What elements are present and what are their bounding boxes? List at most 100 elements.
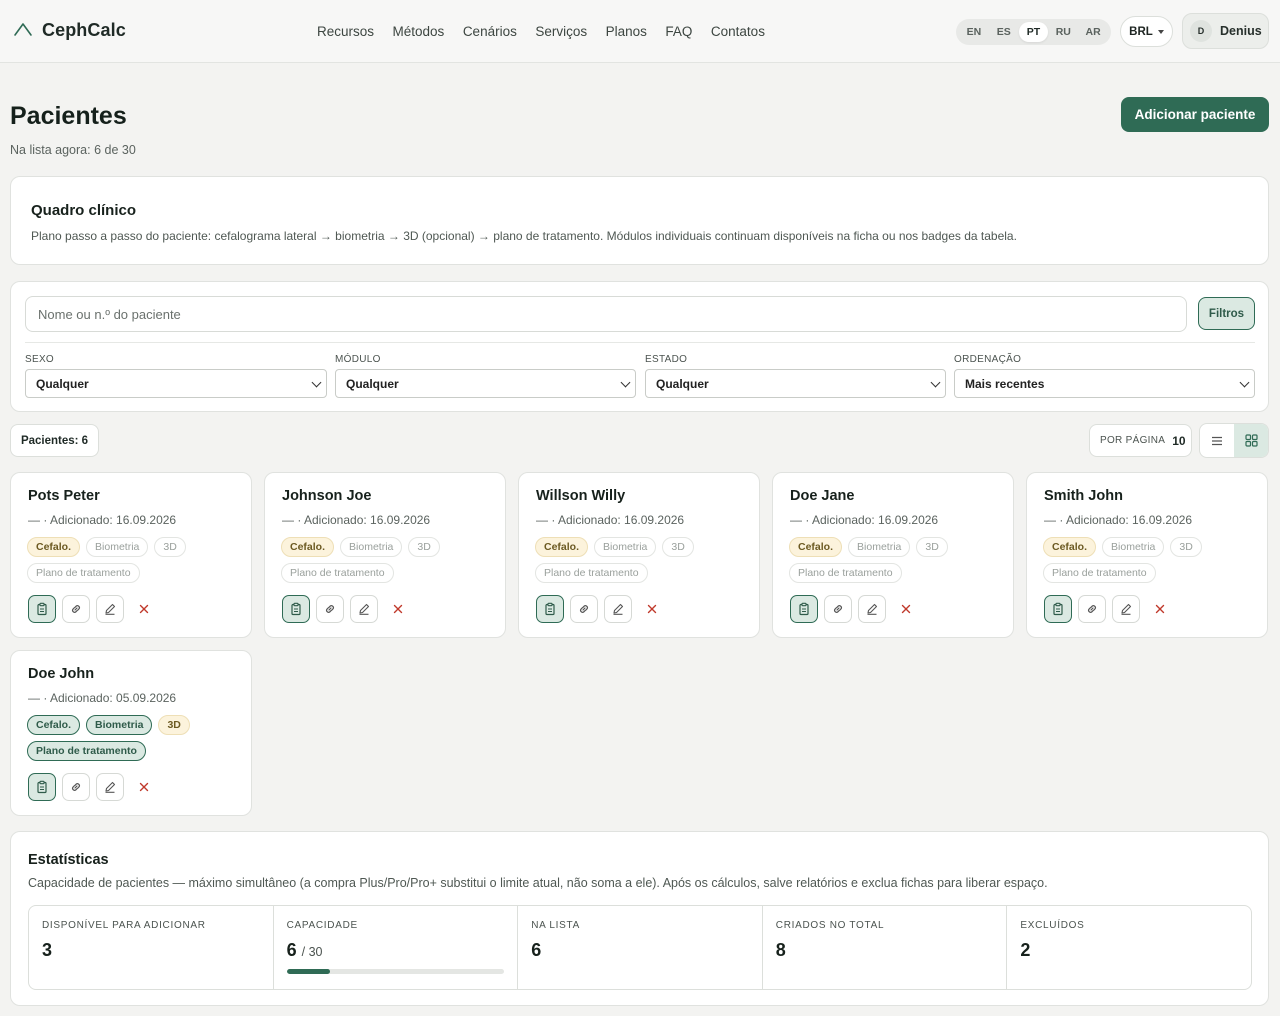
nav-link-metodos[interactable]: Métodos xyxy=(393,24,445,39)
module-badge[interactable]: Plano de tratamento xyxy=(535,563,648,583)
pencil-icon xyxy=(1119,602,1133,616)
user-menu[interactable]: D Denius xyxy=(1182,13,1269,49)
module-badge[interactable]: 3D xyxy=(1170,537,1202,557)
patient-card[interactable]: Willson Willy — · Adicionado: 16.09.2026 C… xyxy=(518,472,760,638)
open-record-button[interactable] xyxy=(1044,595,1072,623)
edit-button[interactable] xyxy=(96,773,124,801)
module-badge[interactable]: 3D xyxy=(916,537,948,557)
stat-available: DISPONÍVEL PARA ADICIONAR 3 xyxy=(29,906,274,989)
open-record-button[interactable] xyxy=(28,773,56,801)
module-badge[interactable]: Plano de tratamento xyxy=(27,563,140,583)
pencil-icon xyxy=(103,780,117,794)
module-badge[interactable]: Cefalo. xyxy=(789,537,843,557)
module-badge[interactable]: Cefalo. xyxy=(535,537,589,557)
grid-view-button[interactable] xyxy=(1234,424,1268,457)
module-badge[interactable]: 3D xyxy=(662,537,694,557)
edit-button[interactable] xyxy=(604,595,632,623)
nav-link-contatos[interactable]: Contatos xyxy=(711,24,765,39)
module-badge[interactable]: Biometria xyxy=(848,537,911,557)
lang-pt[interactable]: PT xyxy=(1018,22,1049,42)
copy-link-button[interactable] xyxy=(824,595,852,623)
delete-button[interactable] xyxy=(384,595,412,623)
patient-name[interactable]: Johnson Joe xyxy=(282,488,371,504)
link-icon xyxy=(69,602,83,616)
patient-card[interactable]: Smith John — · Adicionado: 16.09.2026 Cefa… xyxy=(1026,472,1268,638)
patient-card[interactable]: Doe John — · Adicionado: 05.09.2026 Cefalo… xyxy=(10,650,252,816)
open-record-button[interactable] xyxy=(28,595,56,623)
open-record-button[interactable] xyxy=(282,595,310,623)
lang-en[interactable]: EN xyxy=(959,22,989,42)
add-patient-button[interactable]: Adicionar paciente xyxy=(1121,97,1269,132)
chevron-down-icon xyxy=(311,377,322,388)
patient-card[interactable]: Doe Jane — · Adicionado: 16.09.2026 Cefalo… xyxy=(772,472,1014,638)
patient-actions xyxy=(1044,595,1174,623)
list-view-button[interactable] xyxy=(1200,424,1234,457)
module-badge[interactable]: 3D xyxy=(408,537,440,557)
nav-link-cenarios[interactable]: Cenários xyxy=(463,24,517,39)
delete-button[interactable] xyxy=(892,595,920,623)
module-badge[interactable]: Biometria xyxy=(594,537,657,557)
delete-button[interactable] xyxy=(638,595,666,623)
module-badge[interactable]: Cefalo. xyxy=(281,537,335,557)
module-select-value: Qualquer xyxy=(346,376,399,391)
search-input[interactable]: Nome ou n.º do paciente xyxy=(25,296,1187,332)
currency-select[interactable]: BRL xyxy=(1120,16,1173,47)
nav-link-recursos[interactable]: Recursos xyxy=(317,24,374,39)
copy-link-button[interactable] xyxy=(316,595,344,623)
filters-button[interactable]: Filtros xyxy=(1198,297,1255,330)
link-icon xyxy=(69,780,83,794)
module-badge[interactable]: Plano de tratamento xyxy=(281,563,394,583)
order-select[interactable]: Mais recentes xyxy=(954,369,1255,398)
nav-link-servicos[interactable]: Serviços xyxy=(535,24,587,39)
module-badge[interactable]: Plano de tratamento xyxy=(27,741,146,761)
delete-button[interactable] xyxy=(130,595,158,623)
module-badge[interactable]: Plano de tratamento xyxy=(789,563,902,583)
lang-ar[interactable]: AR xyxy=(1078,22,1108,42)
open-record-button[interactable] xyxy=(536,595,564,623)
open-record-button[interactable] xyxy=(790,595,818,623)
edit-button[interactable] xyxy=(858,595,886,623)
module-select[interactable]: Qualquer xyxy=(335,369,636,398)
module-badge[interactable]: Biometria xyxy=(86,537,149,557)
patient-card[interactable]: Johnson Joe — · Adicionado: 16.09.2026 Cef… xyxy=(264,472,506,638)
clipboard-icon xyxy=(35,602,49,616)
nav-link-planos[interactable]: Planos xyxy=(606,24,647,39)
per-page-select[interactable]: POR PÁGINA 10 xyxy=(1089,424,1192,457)
module-badge[interactable]: Cefalo. xyxy=(1043,537,1097,557)
state-select[interactable]: Qualquer xyxy=(645,369,946,398)
logo[interactable]: CephCalc xyxy=(12,18,126,42)
module-badge[interactable]: 3D xyxy=(158,715,190,735)
edit-button[interactable] xyxy=(1112,595,1140,623)
close-icon xyxy=(393,604,403,614)
module-badge[interactable]: 3D xyxy=(154,537,186,557)
lang-es[interactable]: ES xyxy=(989,22,1019,42)
module-badge[interactable]: Biometria xyxy=(1102,537,1165,557)
delete-button[interactable] xyxy=(130,773,158,801)
patient-name[interactable]: Willson Willy xyxy=(536,488,625,504)
nav-link-faq[interactable]: FAQ xyxy=(665,24,692,39)
module-badge[interactable]: Cefalo. xyxy=(27,715,81,735)
patient-name[interactable]: Doe John xyxy=(28,666,94,682)
currency-value: BRL xyxy=(1129,25,1153,38)
patient-name[interactable]: Pots Peter xyxy=(28,488,100,504)
module-badges: Cefalo. Biometria 3D Plano de tratamento xyxy=(1043,537,1263,583)
lang-ru[interactable]: RU xyxy=(1048,22,1078,42)
patient-name[interactable]: Smith John xyxy=(1044,488,1123,504)
module-badge[interactable]: Biometria xyxy=(86,715,153,735)
copy-link-button[interactable] xyxy=(62,595,90,623)
copy-link-button[interactable] xyxy=(1078,595,1106,623)
patient-name[interactable]: Doe Jane xyxy=(790,488,854,504)
module-badge[interactable]: Plano de tratamento xyxy=(1043,563,1156,583)
patient-actions xyxy=(790,595,920,623)
module-badge[interactable]: Biometria xyxy=(340,537,403,557)
copy-link-button[interactable] xyxy=(570,595,598,623)
stats-text: Capacidade de pacientes — máximo simultâ… xyxy=(28,876,1048,890)
edit-button[interactable] xyxy=(350,595,378,623)
copy-link-button[interactable] xyxy=(62,773,90,801)
edit-button[interactable] xyxy=(96,595,124,623)
module-badge[interactable]: Cefalo. xyxy=(27,537,81,557)
patient-card[interactable]: Pots Peter — · Adicionado: 16.09.2026 Cefa… xyxy=(10,472,252,638)
sex-select[interactable]: Qualquer xyxy=(25,369,327,398)
patient-actions xyxy=(28,773,158,801)
delete-button[interactable] xyxy=(1146,595,1174,623)
